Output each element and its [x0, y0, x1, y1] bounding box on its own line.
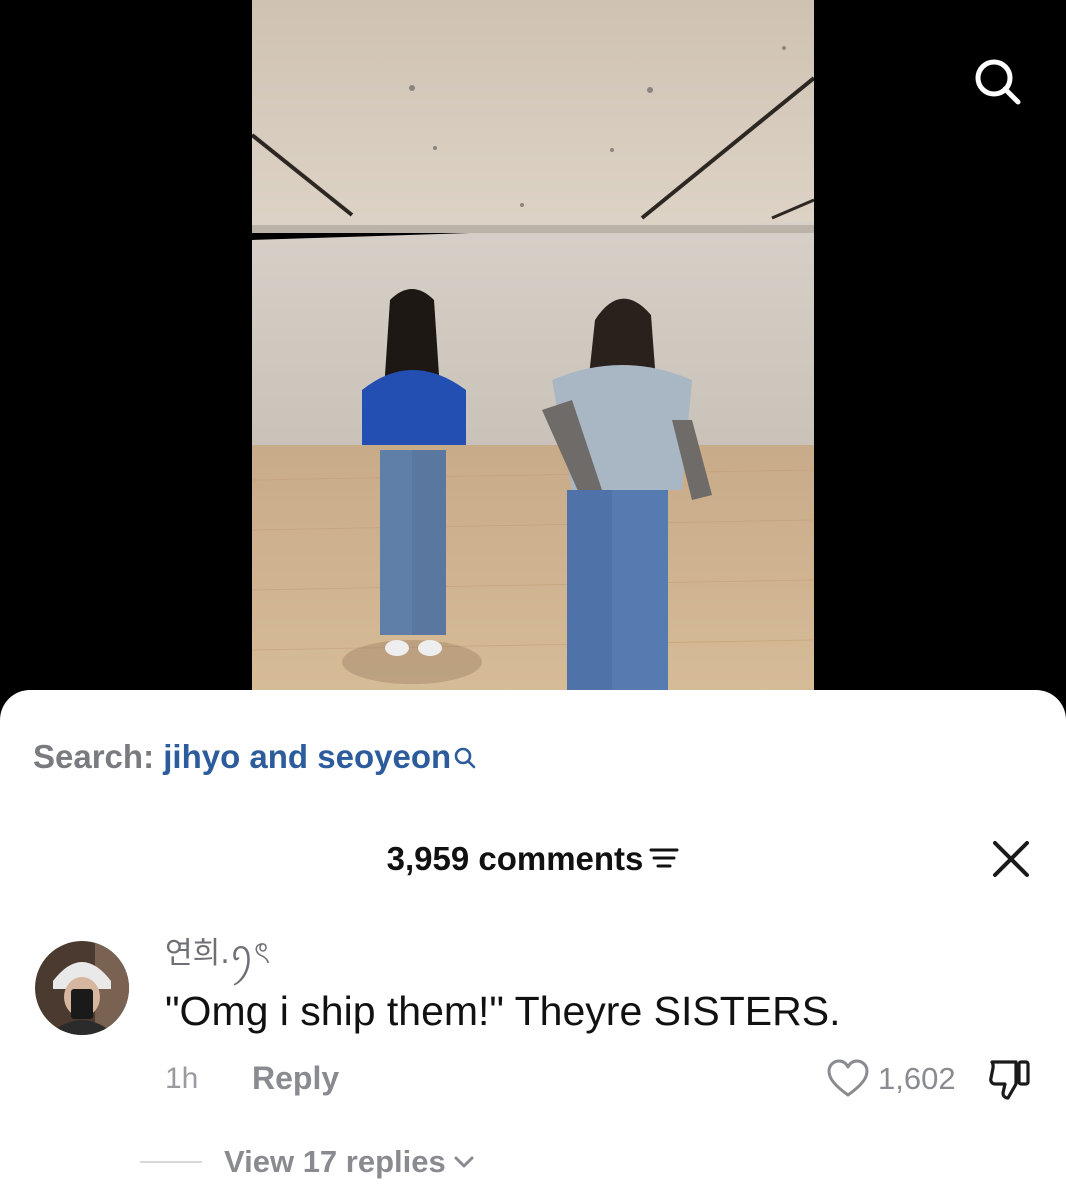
search-prefix: Search:	[33, 738, 155, 775]
comments-header: 3,959 comments	[0, 835, 1066, 883]
comment-text: "Omg i ship them!" Theyre SISTERS.	[165, 988, 841, 1034]
dislike-button[interactable]	[986, 1056, 1036, 1104]
close-icon	[993, 841, 1029, 877]
search-icon	[453, 735, 477, 783]
search-icon	[975, 59, 1021, 105]
video-frame-image	[252, 0, 814, 700]
thumbs-down-icon	[989, 1060, 1030, 1100]
search-term-link[interactable]: jihyo and seoyeon	[163, 738, 451, 775]
chevron-down-icon	[454, 1156, 474, 1168]
comment-timestamp: 1h	[165, 1062, 199, 1095]
search-suggestion[interactable]: Search: jihyo and seoyeon	[33, 733, 477, 783]
like-button[interactable]: 1,602	[826, 1057, 956, 1101]
video-player[interactable]	[252, 0, 814, 700]
view-replies-button[interactable]: View 17 replies	[224, 1140, 476, 1184]
replies-divider	[140, 1161, 202, 1163]
reply-button[interactable]: Reply	[252, 1056, 339, 1100]
like-count: 1,602	[878, 1061, 956, 1096]
app-screen: Search: jihyo and seoyeon 3,959 comments…	[0, 0, 1066, 1200]
close-button[interactable]	[986, 834, 1036, 884]
heart-icon	[827, 1059, 869, 1097]
avatar-image	[35, 941, 129, 1035]
view-replies-label: View 17 replies	[224, 1144, 446, 1179]
search-button[interactable]	[968, 52, 1028, 112]
comment-username[interactable]: 연희.ꪆৎ	[165, 932, 270, 976]
avatar[interactable]	[35, 941, 129, 1035]
comments-count: 3,959 comments	[386, 840, 644, 877]
filter-icon[interactable]	[649, 835, 679, 883]
